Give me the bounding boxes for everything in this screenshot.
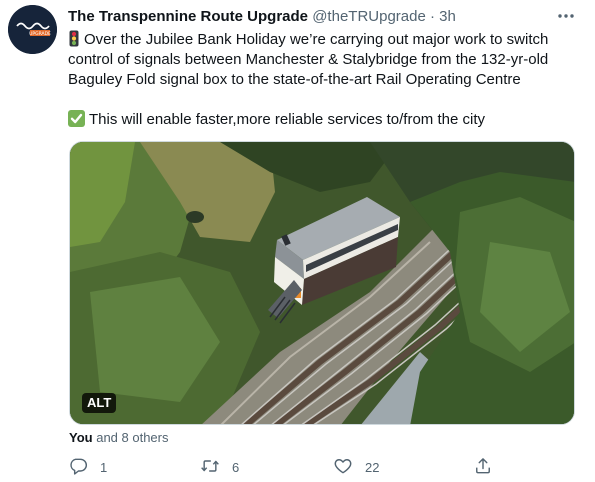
tweet-text-line-1: Over the Jubilee Bank Holiday we’re carr… xyxy=(68,30,573,50)
reply-button[interactable]: 1 xyxy=(68,455,107,479)
tweet-text: Over the Jubilee Bank Holiday we’re carr… xyxy=(68,30,573,130)
tweet-actions: 1 6 22 xyxy=(62,455,502,479)
alt-badge[interactable]: ALT xyxy=(82,393,117,413)
tweet-text-span-1: Over the Jubilee Bank Holiday we’re carr… xyxy=(84,31,549,48)
author-name[interactable]: The Transpennine Route Upgrade xyxy=(68,8,308,25)
liked-by-others[interactable]: and 8 others xyxy=(96,430,168,445)
tweet-text-span-2: This will enable faster,more reliable se… xyxy=(89,111,485,128)
tweet-photo[interactable]: ALT xyxy=(69,141,575,425)
signal-box-photo xyxy=(70,142,574,424)
retweet-button[interactable]: 6 xyxy=(200,455,239,479)
avatar-logo-text: UPGRADE xyxy=(29,31,51,37)
heart-icon xyxy=(333,456,353,479)
reply-icon xyxy=(68,456,88,479)
tweet-time[interactable]: 3h xyxy=(439,8,456,25)
tweet-text-line-2: control of signals between Manchester & … xyxy=(68,51,549,68)
tweet[interactable]: UPGRADE The Transpennine Route Upgrade @… xyxy=(0,0,595,482)
like-count: 22 xyxy=(365,459,380,475)
author-handle[interactable]: @theTRUpgrade xyxy=(312,8,426,25)
like-button[interactable]: 22 xyxy=(333,455,379,479)
retweet-count: 6 xyxy=(232,459,240,475)
share-button[interactable] xyxy=(473,455,493,479)
reply-count: 1 xyxy=(100,459,108,475)
tweet-text-line-4: This will enable faster,more reliable se… xyxy=(68,110,573,130)
liked-by-you[interactable]: You xyxy=(69,430,93,445)
check-mark-icon xyxy=(68,110,85,133)
tweet-text-line-3: Baguley Fold signal box to the state-of-… xyxy=(68,71,521,88)
retweet-icon xyxy=(200,456,220,479)
tweet-header: The Transpennine Route Upgrade @theTRUpg… xyxy=(68,8,577,28)
separator: · xyxy=(430,8,435,25)
liked-by[interactable]: You and 8 others xyxy=(69,430,169,445)
avatar[interactable]: UPGRADE xyxy=(8,5,57,54)
share-icon xyxy=(473,456,493,479)
more-icon[interactable] xyxy=(555,7,577,25)
